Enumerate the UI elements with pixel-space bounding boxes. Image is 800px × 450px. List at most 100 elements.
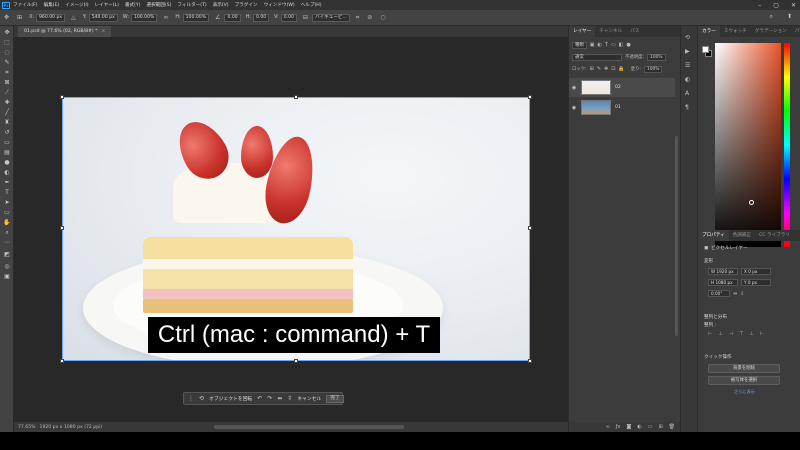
libraries-icon[interactable]: ☰: [685, 62, 690, 69]
menu-edit[interactable]: 編集(E): [44, 2, 60, 8]
show-more-link[interactable]: さらに表示: [734, 389, 755, 395]
adjustment-layer-icon[interactable]: ◐: [637, 424, 641, 430]
color-picker-field[interactable]: [715, 43, 781, 247]
commit-transform-icon[interactable]: ○: [380, 14, 385, 21]
remove-background-button[interactable]: 背景を削除: [708, 364, 780, 373]
new-group-icon[interactable]: ▭: [648, 424, 653, 430]
tab-properties[interactable]: プロパティ: [698, 230, 729, 241]
prop-x-field[interactable]: X 0 px: [741, 268, 771, 275]
add-mask-icon[interactable]: ◙: [626, 424, 631, 430]
fill-field[interactable]: 100%: [643, 65, 663, 73]
tab-color[interactable]: カラー: [698, 26, 720, 37]
history-icon[interactable]: ⟲: [685, 34, 690, 41]
menu-type[interactable]: 書式(Y): [125, 2, 141, 8]
menu-image[interactable]: イメージ(I): [65, 2, 88, 8]
zoom-level[interactable]: 77.65%: [18, 425, 36, 430]
close-button[interactable]: ✕: [791, 2, 796, 9]
menu-window[interactable]: ウィンドウ(W): [264, 2, 295, 8]
handle-right[interactable]: [528, 226, 532, 230]
healing-icon[interactable]: ✚: [3, 99, 11, 107]
canvas-area[interactable]: Ctrl (mac : command) + T: [14, 37, 568, 422]
flip-horizontal-icon[interactable]: ⇹: [277, 395, 282, 402]
screen-mode-icon[interactable]: ▣: [3, 273, 11, 281]
cancel-transform-icon[interactable]: ⊘: [367, 14, 372, 21]
brush-icon[interactable]: ╱: [3, 109, 11, 117]
shape-icon[interactable]: ▭: [3, 209, 11, 217]
interpolation-select[interactable]: バイキュービ...: [311, 13, 350, 22]
actions-icon[interactable]: ▶: [685, 48, 690, 55]
color-picker-marker[interactable]: [749, 200, 754, 205]
handle-bottom-left[interactable]: [60, 359, 64, 363]
flip-vertical-icon[interactable]: ⇳: [287, 395, 292, 402]
frame-icon[interactable]: ⊠: [3, 79, 11, 87]
align-icons[interactable]: ⊢⊥⊣⊤⊥⊢: [708, 331, 770, 337]
tab-paths[interactable]: パス: [626, 26, 643, 37]
document-tab[interactable]: 01.psd @ 77.6% (02, RGB/8#) * ×: [18, 26, 112, 37]
reference-point-icon[interactable]: ⊞: [17, 14, 22, 21]
done-button[interactable]: 完了: [326, 394, 344, 403]
menu-layer[interactable]: レイヤー(L): [95, 2, 119, 8]
prop-height-field[interactable]: H 1080 px: [708, 279, 738, 286]
height-field[interactable]: 100.00%: [182, 13, 210, 22]
foreground-background-icon[interactable]: ◩: [3, 251, 11, 259]
transform-bounding-box[interactable]: [60, 95, 532, 363]
paragraph-icon[interactable]: ¶: [685, 104, 689, 111]
opacity-field[interactable]: 100%: [647, 53, 666, 61]
layers-scrollbar[interactable]: [675, 136, 678, 336]
blur-icon[interactable]: ●: [3, 159, 11, 167]
tab-cc-libraries[interactable]: CC ライブラリ: [755, 230, 794, 241]
layer-filter-icons[interactable]: ▣◐T▭◧●: [590, 42, 634, 48]
tab-layers[interactable]: レイヤー: [569, 26, 596, 37]
lock-icons[interactable]: ⊞✎✥⊡🔒: [590, 66, 628, 72]
layer-style-icon[interactable]: ƒx: [616, 424, 621, 430]
vskew-field[interactable]: 0.00: [280, 13, 297, 22]
prop-y-field[interactable]: Y 0 px: [741, 279, 771, 286]
angle-field[interactable]: 0.00: [224, 13, 241, 22]
delta-icon[interactable]: △: [71, 14, 76, 21]
tab-swatches[interactable]: スウォッチ: [720, 26, 751, 37]
layer-row-02[interactable]: ◉ 02: [569, 78, 675, 97]
share-icon[interactable]: ⬆: [787, 13, 792, 21]
handle-top-right[interactable]: [528, 95, 532, 99]
x-field[interactable]: 960.00 px: [35, 13, 66, 22]
stamp-icon[interactable]: ♜: [3, 119, 11, 127]
search-icon[interactable]: ⌕: [770, 13, 773, 21]
y-field[interactable]: 540.00 px: [88, 13, 118, 22]
eyedropper-icon[interactable]: ⁄: [3, 89, 11, 97]
cancel-button[interactable]: キャンセル: [297, 395, 321, 402]
menu-help[interactable]: ヘルプ(H): [301, 2, 322, 8]
hue-slider[interactable]: [784, 43, 790, 247]
dodge-icon[interactable]: ◐: [3, 169, 11, 177]
handle-bottom-right[interactable]: [528, 359, 532, 363]
handle-bottom[interactable]: [294, 359, 298, 363]
menu-view[interactable]: 表示(V): [213, 2, 229, 8]
quick-select-icon[interactable]: ✎: [3, 59, 11, 67]
tab-channels[interactable]: チャンネル: [595, 26, 626, 37]
hand-icon[interactable]: ✋: [3, 219, 11, 227]
width-field[interactable]: 100.00%: [130, 13, 158, 22]
character-icon[interactable]: A: [685, 90, 689, 97]
tab-gradients[interactable]: グラデーション: [751, 26, 791, 37]
adjustments-icon[interactable]: ◐: [685, 76, 690, 83]
handle-left[interactable]: [60, 226, 64, 230]
link-layers-icon[interactable]: ∞: [606, 424, 610, 430]
horizontal-scrollbar[interactable]: [214, 425, 404, 429]
history-brush-icon[interactable]: ↺: [3, 129, 11, 137]
menu-plugins[interactable]: プラグイン: [235, 2, 258, 8]
edit-toolbar-icon[interactable]: ⋯: [3, 239, 11, 247]
quick-mask-icon[interactable]: ◎: [3, 263, 11, 271]
menu-filter[interactable]: フィルター(T): [177, 2, 206, 8]
move-icon[interactable]: ✥: [3, 29, 11, 37]
trash-icon[interactable]: 🗑: [669, 424, 675, 430]
menu-select[interactable]: 選択範囲(S): [147, 2, 172, 8]
minimize-button[interactable]: –: [758, 2, 761, 9]
visibility-eye-icon[interactable]: ◉: [569, 105, 579, 111]
marquee-icon[interactable]: ⬚: [3, 39, 11, 47]
link-icon[interactable]: ∞: [163, 14, 168, 21]
gradient-icon[interactable]: ▤: [3, 149, 11, 157]
zoom-icon[interactable]: ⌕: [3, 229, 11, 237]
visibility-eye-icon[interactable]: ◉: [569, 85, 579, 91]
handle-top[interactable]: [294, 95, 298, 99]
lasso-icon[interactable]: ◌: [3, 49, 11, 57]
eraser-icon[interactable]: ▭: [3, 139, 11, 147]
